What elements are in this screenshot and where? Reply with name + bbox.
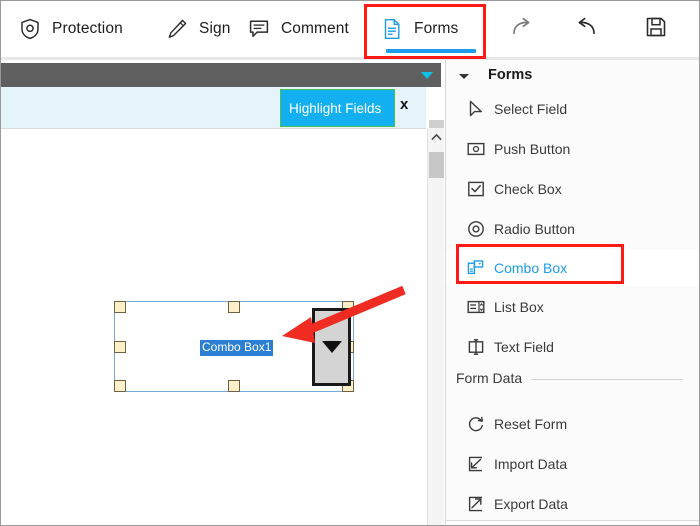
sidebar-item-radio-button[interactable]: Radio Button — [446, 212, 699, 246]
sidebar-item-push-button[interactable]: Push Button — [446, 132, 699, 166]
top-toolbar: Protection Sign Comment Forms — [1, 1, 699, 57]
scrollbar-thumb[interactable] — [429, 152, 444, 178]
resize-handle-bottom-center[interactable] — [228, 380, 240, 392]
sidebar-item-push-button-label: Push Button — [494, 141, 571, 157]
sidebar-bottom-divider — [446, 520, 699, 521]
sidebar-item-import-data[interactable]: Import Data — [446, 447, 699, 481]
undo-button[interactable] — [568, 11, 604, 47]
document-header-bar — [1, 63, 441, 87]
dropdown-triangle-icon — [321, 341, 342, 353]
sidebar-item-reset-form-label: Reset Form — [494, 416, 568, 432]
sidebar-item-text-field-label: Text Field — [494, 339, 554, 355]
close-icon[interactable]: x — [400, 96, 408, 113]
tab-protection-label: Protection — [52, 20, 123, 37]
sidebar-item-check-box[interactable]: Check Box — [446, 172, 699, 206]
scrollbar-top-cap — [429, 120, 444, 128]
tab-sign-label: Sign — [199, 20, 231, 37]
comment-icon — [246, 16, 272, 42]
resize-handle-bottom-left[interactable] — [114, 380, 126, 392]
redo-arrow-icon — [509, 14, 535, 45]
sidebar-item-list-box-label: List Box — [494, 299, 544, 315]
sidebar-item-list-box[interactable]: List Box — [446, 290, 699, 324]
check-box-icon — [465, 178, 487, 200]
sidebar-item-text-field[interactable]: Text Field — [446, 330, 699, 364]
application-window: Protection Sign Comment Forms Highlight … — [0, 0, 700, 526]
sidebar-item-reset-form[interactable]: Reset Form — [446, 407, 699, 441]
tab-forms-label: Forms — [414, 20, 459, 37]
tab-comment[interactable]: Comment — [246, 9, 349, 49]
tab-comment-label: Comment — [281, 20, 349, 37]
highlight-fields-label: Highlight Fields — [289, 100, 382, 116]
sidebar-item-select-field-label: Select Field — [494, 101, 568, 117]
redo-button[interactable] — [504, 11, 540, 47]
shield-icon — [17, 16, 43, 42]
text-field-icon — [465, 336, 487, 358]
sidebar-panel-title: Forms — [488, 67, 533, 83]
highlight-fields-button[interactable]: Highlight Fields — [280, 89, 395, 127]
chevron-down-icon[interactable] — [459, 74, 469, 79]
sidebar-item-export-data[interactable]: Export Data — [446, 487, 699, 521]
export-arrow-icon — [465, 493, 487, 515]
sidebar-item-select-field[interactable]: Select Field — [446, 92, 699, 126]
document-vertical-scrollbar[interactable] — [427, 120, 444, 525]
sidebar-item-export-data-label: Export Data — [494, 496, 568, 512]
forms-sidebar-panel: Forms Select Field Push Button Check Box… — [445, 60, 699, 525]
dropdown-caret-icon[interactable] — [421, 72, 433, 79]
scroll-up-arrow-icon[interactable] — [428, 128, 444, 145]
push-button-icon — [465, 138, 487, 160]
save-button[interactable] — [638, 11, 674, 47]
sidebar-item-import-data-label: Import Data — [494, 456, 568, 472]
sidebar-item-combo-box-label: Combo Box — [494, 260, 568, 276]
forms-document-icon — [379, 16, 405, 42]
pen-icon — [164, 16, 190, 42]
radio-button-icon — [465, 218, 487, 240]
combo-box-dropdown-button[interactable] — [312, 308, 351, 386]
floppy-disk-save-icon — [643, 14, 669, 45]
list-box-icon — [465, 296, 487, 318]
tab-protection[interactable]: Protection — [17, 9, 123, 49]
section-divider — [531, 379, 683, 380]
combo-box-icon — [465, 257, 487, 279]
document-view — [1, 60, 444, 525]
sidebar-item-check-box-label: Check Box — [494, 181, 562, 197]
reset-circular-arrow-icon — [465, 413, 487, 435]
sidebar-panel-header[interactable]: Forms — [446, 64, 699, 88]
active-tab-underline — [386, 49, 476, 53]
undo-arrow-icon — [573, 14, 599, 45]
sidebar-item-radio-button-label: Radio Button — [494, 221, 575, 237]
import-arrow-icon — [465, 453, 487, 475]
resize-handle-top-center[interactable] — [228, 301, 240, 313]
tab-sign[interactable]: Sign — [164, 9, 230, 49]
combo-box-field-name[interactable]: Combo Box1 — [200, 340, 274, 356]
cursor-arrow-icon — [465, 98, 487, 120]
resize-handle-middle-left[interactable] — [114, 341, 126, 353]
tab-forms[interactable]: Forms — [379, 9, 458, 49]
resize-handle-top-left[interactable] — [114, 301, 126, 313]
sidebar-item-combo-box[interactable]: Combo Box — [446, 250, 699, 286]
section-form-data-label: Form Data — [456, 370, 523, 386]
